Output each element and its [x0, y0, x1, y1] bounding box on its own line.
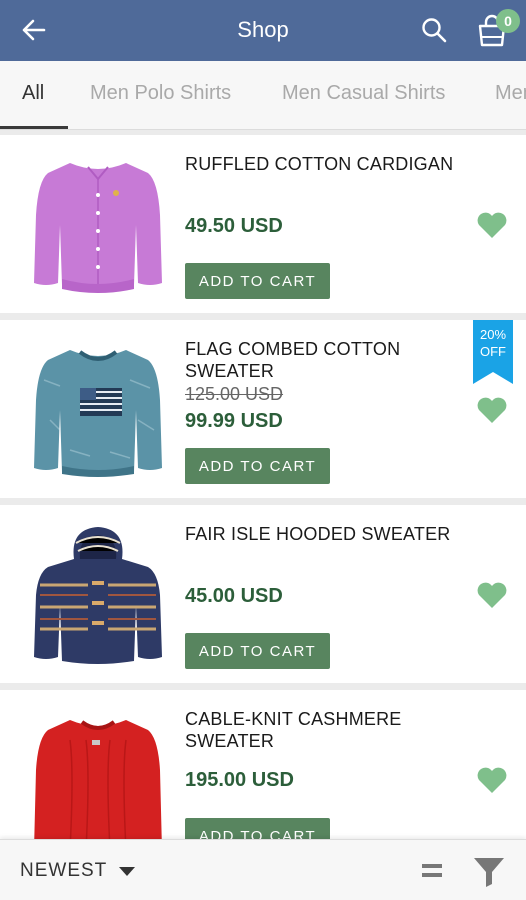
product-card[interactable]: FAIR ISLE HOODED SWEATER 45.00 USD ADD T… [0, 505, 526, 683]
shop-screen: Shop 0 All Men Polo Shirts Men Casual Sh… [0, 0, 526, 900]
heart-icon[interactable] [476, 766, 508, 794]
category-tabs: All Men Polo Shirts Men Casual Shirts Me… [0, 61, 526, 130]
product-image [34, 720, 162, 839]
active-tab-indicator [0, 126, 68, 129]
tab-all[interactable]: All [22, 61, 44, 129]
add-to-cart-button[interactable]: ADD TO CART [185, 818, 330, 839]
product-name[interactable]: FLAG COMBED COTTON SWEATER [185, 338, 465, 382]
product-price: 45.00 USD [185, 585, 283, 607]
tab-men-casual-shirts[interactable]: Men Casual Shirts [282, 61, 445, 129]
add-to-cart-button[interactable]: ADD TO CART [185, 263, 330, 299]
cart-count-badge: 0 [496, 9, 520, 33]
tab-men-polo-shirts[interactable]: Men Polo Shirts [90, 61, 231, 129]
add-to-cart-button[interactable]: ADD TO CART [185, 448, 330, 484]
product-image [34, 350, 162, 477]
product-list: RUFFLED COTTON CARDIGAN 49.50 USD ADD TO… [0, 131, 526, 839]
heart-icon[interactable] [476, 581, 508, 609]
product-price: 99.99 USD [185, 410, 283, 432]
bottom-toolbar: NEWEST [0, 839, 526, 900]
app-bar: Shop 0 [0, 0, 526, 61]
product-price: 195.00 USD [185, 769, 294, 791]
product-image [34, 163, 162, 293]
product-price: 49.50 USD [185, 215, 283, 237]
tab-men[interactable]: Men [495, 61, 526, 129]
product-name[interactable]: FAIR ISLE HOODED SWEATER [185, 523, 465, 545]
product-name[interactable]: CABLE-KNIT CASHMERE SWEATER [185, 708, 465, 752]
discount-badge-text: 20% OFF [479, 327, 507, 359]
search-icon[interactable] [418, 14, 450, 46]
sort-dropdown[interactable]: NEWEST [20, 860, 136, 882]
original-price: 125.00 USD [185, 384, 284, 404]
filter-funnel-icon[interactable] [472, 854, 506, 888]
product-name[interactable]: RUFFLED COTTON CARDIGAN [185, 153, 465, 175]
sort-label: NEWEST [20, 860, 108, 881]
add-to-cart-button[interactable]: ADD TO CART [185, 633, 330, 669]
product-card[interactable]: FLAG COMBED COTTON SWEATER 125.00 USD 99… [0, 320, 526, 498]
heart-icon[interactable] [476, 396, 508, 424]
caret-down-icon [119, 866, 136, 876]
product-image [34, 527, 162, 664]
product-card[interactable]: CABLE-KNIT CASHMERE SWEATER 195.00 USD A… [0, 690, 526, 839]
list-view-icon[interactable] [420, 860, 444, 882]
product-card[interactable]: RUFFLED COTTON CARDIGAN 49.50 USD ADD TO… [0, 135, 526, 313]
heart-icon[interactable] [476, 211, 508, 239]
